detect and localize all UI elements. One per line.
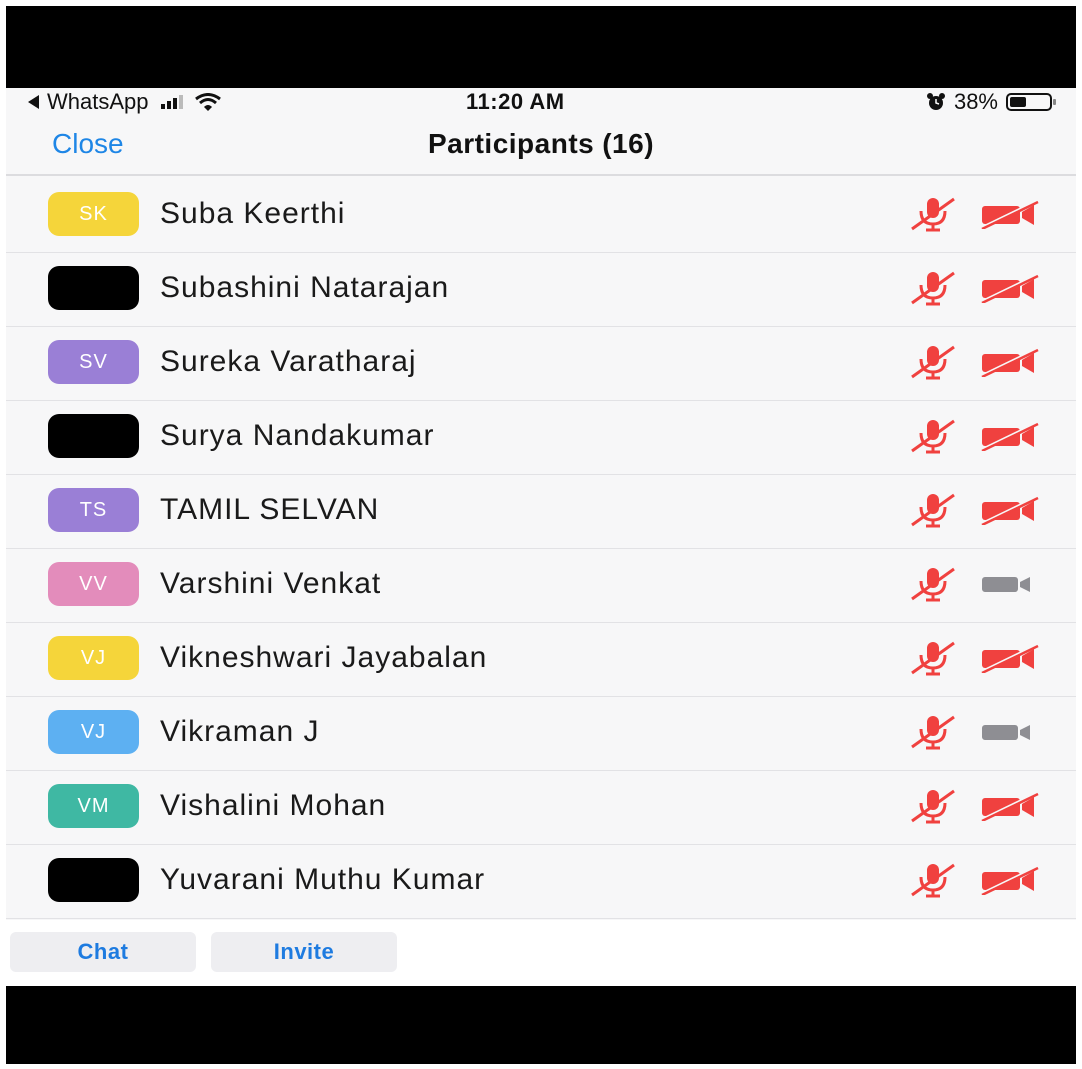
participant-name: Yuvarani Muthu Kumar <box>160 863 486 896</box>
video-off-icon[interactable] <box>978 273 1040 305</box>
avatar: TS <box>48 488 139 532</box>
video-off-icon[interactable] <box>978 199 1040 231</box>
video-camera-icon[interactable] <box>978 717 1040 747</box>
wifi-icon <box>194 93 221 111</box>
participant-name: Vikneshwari Jayabalan <box>160 641 488 674</box>
status-time: 11:20 AM <box>466 89 565 114</box>
back-app-label: WhatsApp <box>47 89 149 114</box>
avatar: VJ <box>48 636 139 680</box>
participant-row[interactable]: Yuvarani Muthu Kumar <box>6 845 1076 919</box>
battery-icon <box>1006 93 1056 111</box>
mic-muted-icon[interactable] <box>908 491 958 529</box>
avatar: SV <box>48 340 139 384</box>
participant-name: Varshini Venkat <box>160 567 382 600</box>
mic-muted-icon[interactable] <box>908 639 958 677</box>
participant-name: Suba Keerthi <box>160 197 346 230</box>
participant-row[interactable]: VJ Vikneshwari Jayabalan <box>6 623 1076 697</box>
mic-muted-icon[interactable] <box>908 861 958 899</box>
video-off-icon[interactable] <box>978 791 1040 823</box>
mic-muted-icon[interactable] <box>908 713 958 751</box>
bottom-toolbar: Chat Invite <box>6 920 1076 986</box>
mic-muted-icon[interactable] <box>908 343 958 381</box>
participant-row[interactable]: SV Sureka Varatharaj <box>6 327 1076 401</box>
avatar: SK <box>48 192 139 236</box>
mic-muted-icon[interactable] <box>908 269 958 307</box>
letterbox-bottom <box>6 986 1076 1064</box>
participant-name: Surya Nandakumar <box>160 419 435 452</box>
participant-row[interactable]: SK Suba Keerthi <box>6 179 1076 253</box>
status-bar: WhatsApp 11:20 AM 38% <box>6 88 1076 116</box>
cellular-signal-icon <box>160 95 183 109</box>
participant-row[interactable]: VJ Vikraman J <box>6 697 1076 771</box>
video-off-icon[interactable] <box>978 347 1040 379</box>
mic-muted-icon[interactable] <box>908 787 958 825</box>
avatar: VV <box>48 562 139 606</box>
battery-percent: 38% <box>953 89 998 114</box>
title-text: Participants <box>427 128 595 159</box>
participant-row[interactable]: VM Vishalini Mohan <box>6 771 1076 845</box>
participant-row[interactable]: TS TAMIL SELVAN <box>6 475 1076 549</box>
nav-bar: Close Participants (16) <box>6 116 1076 176</box>
avatar: VJ <box>48 710 139 754</box>
participant-row[interactable]: VV Varshini Venkat <box>6 549 1076 623</box>
avatar <box>48 414 139 458</box>
avatar <box>48 858 139 902</box>
mic-muted-icon[interactable] <box>908 565 958 603</box>
page-title: Participants (16) <box>6 128 1076 160</box>
participant-name: Sureka Varatharaj <box>160 345 417 378</box>
letterbox-top <box>6 6 1076 88</box>
participant-name: Vikraman J <box>160 715 320 748</box>
video-off-icon[interactable] <box>978 495 1040 527</box>
video-camera-icon[interactable] <box>978 569 1040 599</box>
back-arrow-icon <box>28 95 39 109</box>
participant-row[interactable]: Surya Nandakumar <box>6 401 1076 475</box>
participant-name: Subashini Natarajan <box>160 271 450 304</box>
video-off-icon[interactable] <box>978 421 1040 453</box>
phone-screen: WhatsApp 11:20 AM 38% Close Participants… <box>6 88 1076 986</box>
mic-muted-icon[interactable] <box>908 417 958 455</box>
chat-button[interactable]: Chat <box>10 932 196 972</box>
video-off-icon[interactable] <box>978 643 1040 675</box>
participant-count: (16) <box>602 128 655 159</box>
participant-list: SK Suba Keerthi Subashini Natarajan SV S… <box>6 179 1076 919</box>
mic-muted-icon[interactable] <box>908 195 958 233</box>
status-right: 38% <box>926 89 1056 115</box>
avatar <box>48 266 139 310</box>
alarm-icon <box>926 93 945 110</box>
video-off-icon[interactable] <box>978 865 1040 897</box>
avatar: VM <box>48 784 139 828</box>
participant-name: Vishalini Mohan <box>160 789 387 822</box>
participant-row[interactable]: Subashini Natarajan <box>6 253 1076 327</box>
invite-button[interactable]: Invite <box>211 932 397 972</box>
back-to-app[interactable]: WhatsApp <box>28 89 221 115</box>
participant-name: TAMIL SELVAN <box>160 493 380 526</box>
